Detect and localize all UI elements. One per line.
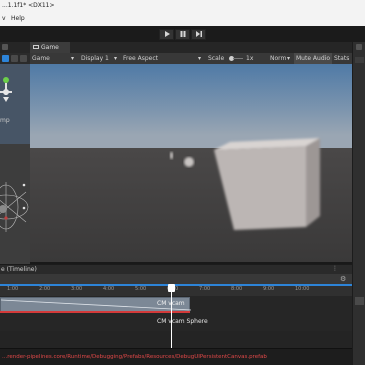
chevron-down-icon: ▾ bbox=[71, 55, 75, 62]
scale-slider-track[interactable] bbox=[233, 58, 243, 59]
ruler-mark: 2:00 bbox=[39, 286, 51, 292]
timeline-toolbar: ⚙ bbox=[0, 274, 352, 284]
play-icon bbox=[164, 31, 170, 37]
menu-bar: v Help bbox=[0, 11, 365, 26]
inspector-tab-icon[interactable] bbox=[356, 44, 362, 50]
scene-toolbar bbox=[0, 53, 30, 64]
play-button[interactable] bbox=[159, 29, 174, 40]
step-icon bbox=[195, 31, 202, 37]
ruler-mark: 1:00 bbox=[7, 286, 19, 292]
ruler-mark: 9:00 bbox=[263, 286, 275, 292]
z-axis-cone-icon bbox=[3, 97, 9, 102]
gizmo-center-icon bbox=[3, 89, 9, 95]
inspector-field[interactable] bbox=[355, 297, 364, 305]
playhead-line bbox=[171, 284, 172, 348]
pause-button[interactable] bbox=[175, 29, 190, 40]
window-title-bar: ...1.1f1* <DX11> bbox=[0, 0, 365, 11]
tab-game[interactable]: Game bbox=[30, 42, 70, 53]
game-tab-icon bbox=[33, 45, 39, 49]
ruler-mark: 10:00 bbox=[295, 286, 310, 292]
menu-item-view[interactable]: v bbox=[2, 11, 6, 26]
grid-toggle-icon[interactable] bbox=[20, 55, 27, 62]
timeline-header: e (Timeline) ⋮ bbox=[0, 264, 352, 274]
ruler-mark: 3:00 bbox=[71, 286, 83, 292]
aspect-dropdown[interactable]: Free Aspect bbox=[123, 53, 158, 64]
chevron-down-icon: ▾ bbox=[287, 55, 291, 62]
normal-dropdown[interactable]: Norm bbox=[270, 53, 286, 64]
status-message[interactable]: ...render-pipelines.core/Runtime/Debuggi… bbox=[2, 354, 267, 360]
gear-icon[interactable]: ⚙ bbox=[340, 275, 346, 283]
ruler-mark: 5:00 bbox=[135, 286, 147, 292]
scene-tab-bar bbox=[0, 42, 30, 53]
empty-track[interactable] bbox=[0, 331, 352, 348]
playhead-handle[interactable] bbox=[168, 284, 175, 292]
move-tool-icon[interactable] bbox=[2, 55, 9, 62]
game-view-controls: Game ▾ Display 1 ▾ Free Aspect ▾ Scale 1… bbox=[30, 53, 352, 64]
inspector-field[interactable] bbox=[355, 57, 364, 63]
window-title: ...1.1f1* <DX11> bbox=[2, 2, 55, 9]
timeline-ruler[interactable]: 1:00 2:00 3:00 4:00 5:00 6:00 7:00 8:00 … bbox=[0, 284, 352, 296]
game-tab-bar bbox=[30, 42, 352, 53]
y-axis-icon bbox=[3, 77, 9, 83]
display-dropdown[interactable]: Display 1 bbox=[81, 53, 109, 64]
timeline-tracks[interactable]: CM vcam CM vcam Sphere bbox=[0, 296, 352, 348]
status-bar: ...render-pipelines.core/Runtime/Debuggi… bbox=[0, 348, 352, 365]
scene-tab-icon[interactable] bbox=[2, 44, 8, 50]
sky bbox=[30, 64, 352, 148]
inspector-panel[interactable] bbox=[352, 42, 365, 365]
clip2-label: CM vcam Sphere bbox=[157, 318, 208, 325]
game-mode-dropdown[interactable]: Game bbox=[32, 53, 50, 64]
sphere bbox=[184, 157, 194, 167]
rotate-tool-icon[interactable] bbox=[11, 55, 18, 62]
scene-perspective-label: mp bbox=[0, 117, 10, 124]
chevron-down-icon: ▾ bbox=[114, 55, 118, 62]
stats-toggle[interactable]: Stats bbox=[334, 53, 349, 64]
ruler-mark: 4:00 bbox=[103, 286, 115, 292]
scale-value: 1x bbox=[246, 55, 254, 62]
menu-dots-icon[interactable]: ⋮ bbox=[332, 265, 338, 272]
main-toolbar bbox=[0, 26, 365, 42]
step-button[interactable] bbox=[191, 29, 206, 40]
orientation-gizmo[interactable] bbox=[0, 70, 30, 110]
pause-icon bbox=[180, 31, 185, 37]
menu-item-help[interactable]: Help bbox=[11, 11, 25, 26]
game-render bbox=[30, 64, 352, 262]
small-capsule bbox=[170, 152, 173, 159]
clip-selection-bar bbox=[0, 311, 190, 313]
game-viewport[interactable] bbox=[30, 64, 352, 262]
timeline-title[interactable]: e (Timeline) bbox=[1, 266, 37, 273]
chevron-down-icon: ▾ bbox=[198, 55, 202, 62]
game-tab-label: Game bbox=[41, 44, 59, 51]
scale-label: Scale bbox=[208, 55, 225, 62]
ruler-mark: 7:00 bbox=[199, 286, 211, 292]
mute-audio-toggle[interactable]: Mute Audio bbox=[294, 53, 332, 64]
ruler-mark: 8:00 bbox=[231, 286, 243, 292]
